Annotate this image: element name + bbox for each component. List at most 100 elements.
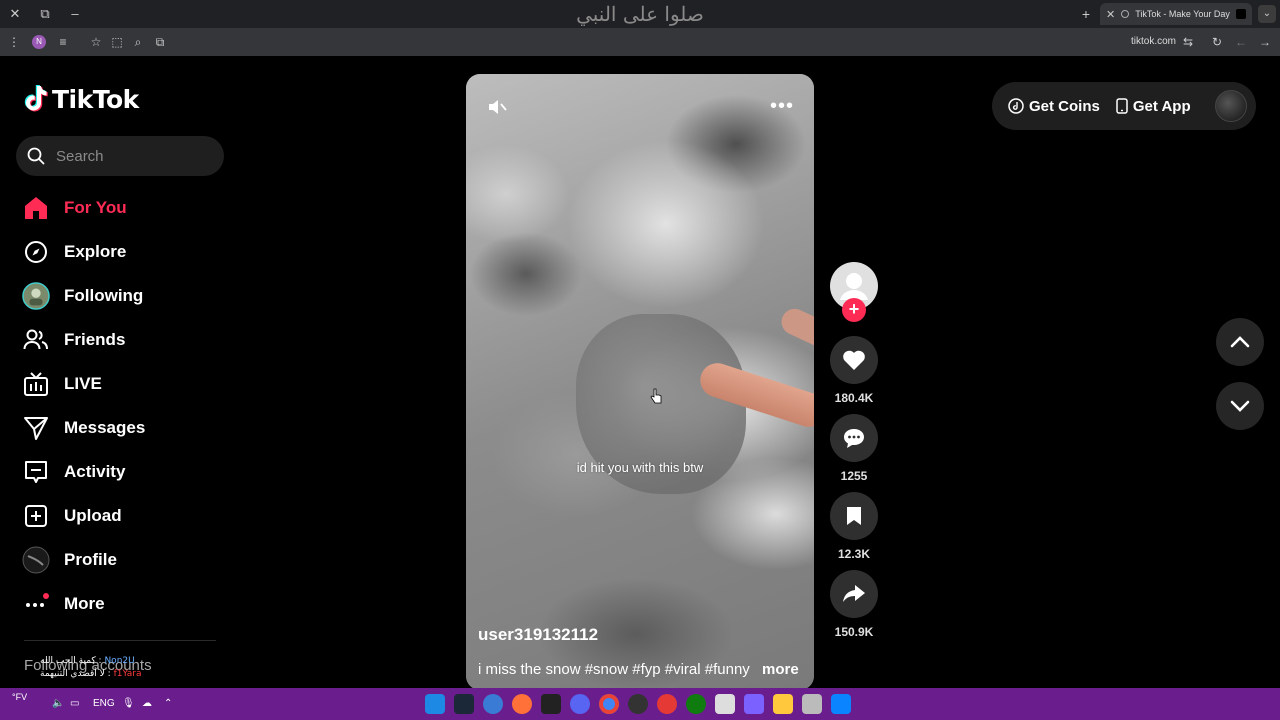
tray-expand-icon[interactable]: ⌃: [164, 696, 172, 712]
chevron-down-icon: [1230, 400, 1250, 412]
tab-close-icon[interactable]: ✕: [1106, 8, 1115, 21]
sidebar-item-more[interactable]: More: [16, 582, 224, 626]
sidebar-item-label: Following: [64, 286, 144, 305]
tiktok-logo[interactable]: TikTok: [24, 84, 139, 114]
sidebar-item-explore[interactable]: Explore: [16, 230, 224, 274]
sidebar-item-for-you[interactable]: For You: [16, 186, 224, 230]
taskbar-app-window-icon[interactable]: [802, 694, 822, 714]
sidebar-item-messages[interactable]: Messages: [16, 406, 224, 450]
taskbar-app-firefox-icon[interactable]: [512, 694, 532, 714]
browser-toolbar: ⋮ N ≡ ☆ ⬚ ⌕ ⧉ tiktok.com ⇆ ↻ ← →: [0, 28, 1280, 56]
display-icon[interactable]: ▭: [70, 696, 79, 712]
reload-icon[interactable]: ↻: [1209, 34, 1225, 50]
tab-title: TikTok - Make Your Day: [1135, 9, 1230, 19]
sidebar-item-label: Messages: [64, 418, 146, 437]
hand-cursor-icon: [650, 388, 662, 404]
next-video-button[interactable]: [1216, 382, 1264, 430]
forward-icon[interactable]: ←: [1233, 34, 1249, 50]
onedrive-icon[interactable]: ☁: [142, 696, 152, 712]
sidebar-item-label: Profile: [64, 550, 117, 569]
install-app-icon[interactable]: ⬚: [109, 34, 125, 50]
tab-search-chevron-icon[interactable]: ⌄: [1258, 5, 1276, 23]
taskbar-app-discord-icon[interactable]: [570, 694, 590, 714]
sidebar-item-label: Activity: [64, 462, 126, 481]
site-settings-icon[interactable]: ⇆: [1180, 34, 1196, 50]
zoom-icon[interactable]: ⌕: [130, 34, 146, 50]
chat-username: f1Yara: [113, 669, 142, 679]
activity-icon: [22, 458, 50, 486]
taskbar-app-edge-icon[interactable]: [657, 694, 677, 714]
bookmark-star-icon[interactable]: ☆: [88, 34, 104, 50]
video-more-options-icon[interactable]: •••: [768, 96, 796, 116]
header-actions: Get Coins Get App: [992, 82, 1256, 130]
plus-square-icon: [22, 502, 50, 530]
follow-plus-button[interactable]: +: [842, 298, 866, 322]
taskbar-app-chrome-icon[interactable]: [599, 694, 619, 714]
menu-kebab-icon[interactable]: ⋮: [6, 34, 22, 50]
language-indicator[interactable]: ENG: [93, 696, 115, 712]
microphone-icon[interactable]: 🎙: [122, 696, 135, 712]
taskbar-app-xbox-icon[interactable]: [686, 694, 706, 714]
search-icon: [27, 147, 45, 165]
back-icon[interactable]: →: [1257, 34, 1273, 50]
windows-start-icon[interactable]: [831, 694, 851, 714]
chevron-up-icon: [1230, 336, 1250, 348]
weather-widget[interactable]: °FV: [12, 692, 27, 708]
heart-icon: [843, 350, 865, 370]
tiktok-favicon-icon: [1236, 9, 1246, 19]
browser-tab[interactable]: ✕ TikTok - Make Your Day: [1100, 3, 1252, 25]
comment-icon: [844, 429, 864, 448]
bookmark-icon: [847, 507, 861, 525]
search-box[interactable]: [16, 136, 224, 176]
taskbar-app-paint-icon[interactable]: [425, 694, 445, 714]
chat-username: Non2U: [104, 656, 135, 666]
sidebar-item-upload[interactable]: Upload: [16, 494, 224, 538]
description-more-button[interactable]: more: [762, 661, 799, 678]
get-app-button[interactable]: Get App: [1116, 98, 1191, 115]
browser-titlebar: ✕ ⧉ – صلوا على النبي + ✕ TikTok - Make Y…: [0, 0, 1280, 28]
taskbar-app-browser-icon[interactable]: [483, 694, 503, 714]
send-icon: [22, 414, 50, 442]
comment-button[interactable]: [830, 414, 878, 462]
share-count: 150.9K: [834, 625, 874, 639]
sidebar-item-friends[interactable]: Friends: [16, 318, 224, 362]
search-input[interactable]: [56, 136, 216, 176]
following-avatar-icon: [22, 282, 50, 310]
sidebar-item-label: Friends: [64, 330, 126, 349]
stream-chat-overlay: Non2U : كمية الحب الله f1Yara : لا أقصدي…: [40, 656, 142, 679]
like-count: 180.4K: [834, 391, 874, 405]
previous-video-button[interactable]: [1216, 318, 1264, 366]
new-tab-button[interactable]: +: [1078, 4, 1094, 24]
taskbar-app-steam-icon[interactable]: [454, 694, 474, 714]
volume-muted-icon[interactable]: [486, 96, 508, 118]
reading-list-icon[interactable]: ≡: [55, 34, 71, 50]
video-author-username[interactable]: user319132112: [478, 625, 598, 645]
sidebar-item-profile[interactable]: Profile: [16, 538, 224, 582]
save-button[interactable]: [830, 492, 878, 540]
share-button[interactable]: [830, 570, 878, 618]
phone-icon: [1116, 98, 1128, 114]
home-icon: [22, 194, 50, 222]
profile-avatar[interactable]: N: [32, 35, 46, 49]
sidebar-item-label: Explore: [64, 242, 127, 261]
user-avatar[interactable]: [1214, 90, 1247, 122]
sidebar-item-label: Upload: [64, 506, 122, 525]
translate-icon[interactable]: ⧉: [152, 34, 168, 50]
taskbar-app-obs-icon[interactable]: [628, 694, 648, 714]
volume-icon[interactable]: 🔈: [52, 696, 64, 712]
sidebar-item-live[interactable]: LIVE: [16, 362, 224, 406]
sidebar-item-following[interactable]: Following: [16, 274, 224, 318]
video-description: i miss the snow #snow #fyp #viral #funny: [478, 661, 750, 678]
save-count: 12.3K: [837, 547, 871, 561]
sidebar-item-activity[interactable]: Activity: [16, 450, 224, 494]
video-player[interactable]: ••• id hit you with this btw user3191321…: [466, 74, 814, 690]
taskbar-app-capcut-icon[interactable]: [715, 694, 735, 714]
url-text[interactable]: tiktok.com: [1131, 36, 1176, 47]
like-button[interactable]: [830, 336, 878, 384]
tiktok-note-icon: [24, 85, 48, 112]
taskbar-app-copilot-icon[interactable]: [744, 694, 764, 714]
taskbar-app-explorer-icon[interactable]: [773, 694, 793, 714]
get-coins-button[interactable]: Get Coins: [1008, 98, 1100, 115]
taskbar-app-epic-icon[interactable]: [541, 694, 561, 714]
live-tv-icon: [22, 370, 50, 398]
